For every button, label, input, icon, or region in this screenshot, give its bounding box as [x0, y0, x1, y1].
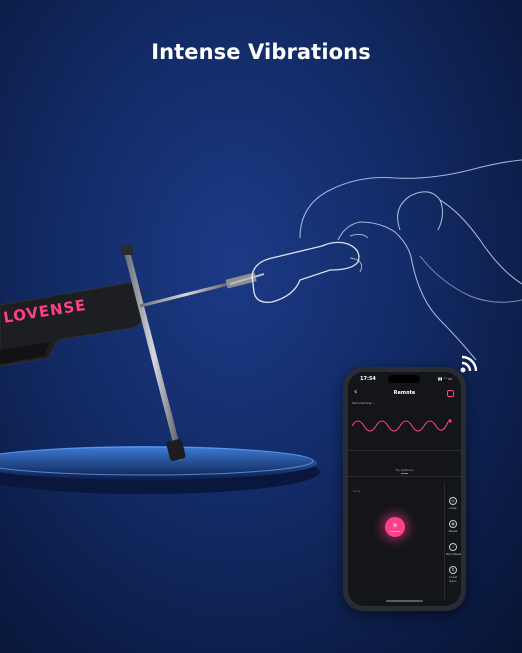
product-banner: Intense Vibrations LOVENSE 17:54 ▮▮ ◠ ▭ …: [0, 0, 522, 653]
vibration-control-label: Vibrations: [389, 531, 401, 533]
loop-icon: ◎: [449, 497, 457, 505]
tool-touchboard[interactable]: ☝ Touchboard: [446, 543, 461, 556]
vibration-waveform: [351, 419, 452, 432]
attachment-outline: [251, 241, 360, 303]
home-indicator: [386, 600, 423, 602]
tool-label: Touchboard: [446, 552, 461, 556]
stand-leg: [124, 249, 183, 461]
tab-try-patterns[interactable]: Try patterns: [348, 468, 461, 472]
tool-loop[interactable]: ◎ Loop: [446, 497, 460, 510]
tool-label: Loop: [449, 506, 457, 510]
screen-title: Remote: [393, 390, 416, 396]
toolbar-divider: [444, 482, 445, 600]
tab-indicator: [401, 473, 408, 474]
figure-outline-leg: [397, 191, 444, 231]
sensitivity-label: Sens: [353, 489, 361, 493]
figure-outline-hip: [337, 221, 413, 263]
vibration-control-button[interactable]: ≋ Vibrations: [385, 517, 405, 537]
tool-pause[interactable]: ◉ Pause: [446, 520, 460, 533]
motion-mark: [349, 233, 369, 239]
app-screen: 17:54 ▮▮ ◠ ▭ ‹ Remote Sex machine ... Tr…: [348, 372, 461, 606]
stand-cap: [121, 245, 133, 255]
figure-outline-thigh: [411, 261, 477, 361]
status-icons: ▮▮ ◠ ▭: [437, 376, 452, 381]
status-time: 17:54: [360, 376, 376, 382]
figure-outline-back: [439, 199, 522, 285]
thrust-rod: [139, 281, 233, 308]
headline: Intense Vibrations: [151, 40, 371, 64]
vibration-icon: ≋: [392, 522, 398, 529]
tool-label: Local Sync: [449, 575, 457, 583]
touch-icon: ☝: [449, 543, 457, 551]
device-settings-icon[interactable]: [447, 390, 454, 397]
device-name: Sex machine ...: [352, 401, 376, 405]
tab-divider: [348, 476, 461, 477]
tool-local-sync[interactable]: ⇅ Local Sync: [446, 566, 460, 583]
sync-icon: ⇅: [449, 566, 457, 574]
figure-outline-upper: [299, 159, 522, 239]
phone-mockup: 17:54 ▮▮ ◠ ▭ ‹ Remote Sex machine ... Tr…: [343, 367, 466, 611]
figure-outline-knee: [419, 255, 522, 303]
waveform-divider: [348, 450, 461, 451]
dynamic-island: [388, 375, 420, 383]
tool-label: Pause: [448, 529, 458, 533]
pause-icon: ◉: [449, 520, 457, 528]
status-bar: 17:54 ▮▮ ◠ ▭: [348, 372, 461, 386]
nav-bar: ‹ Remote: [348, 386, 461, 400]
